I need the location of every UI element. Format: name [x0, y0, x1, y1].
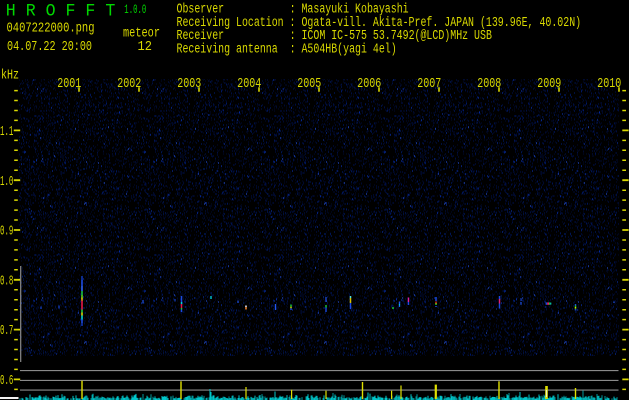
svg-text:0.8: 0.8	[0, 273, 13, 289]
svg-text:2005: 2005	[297, 77, 321, 92]
svg-text:2007: 2007	[417, 77, 441, 92]
svg-text:12: 12	[138, 40, 152, 55]
svg-text:04.07.22 20:00: 04.07.22 20:00	[7, 40, 92, 55]
svg-text:kHz: kHz	[1, 68, 19, 84]
svg-text:1.0.0: 1.0.0	[124, 2, 146, 17]
svg-text:2003: 2003	[177, 77, 201, 92]
svg-text:Receiving antenna : A504HB(ya: Receiving antenna : A504HB(yagi 4el)	[177, 43, 397, 58]
svg-text:2001: 2001	[57, 77, 81, 92]
svg-text:1.0: 1.0	[0, 174, 13, 190]
svg-text:1.1: 1.1	[0, 124, 13, 140]
svg-text:2008: 2008	[477, 77, 501, 92]
svg-text:0.9: 0.9	[0, 224, 13, 240]
svg-text:0.6: 0.6	[0, 373, 13, 389]
svg-text:2002: 2002	[117, 77, 141, 92]
svg-text:2006: 2006	[357, 77, 381, 92]
svg-text:H R O F F T: H R O F F T	[6, 3, 116, 22]
svg-text:0407222000.png: 0407222000.png	[7, 21, 95, 36]
svg-text:0.7: 0.7	[0, 323, 13, 339]
svg-text:2009: 2009	[537, 77, 561, 92]
svg-text:2004: 2004	[237, 77, 261, 92]
svg-text:2010: 2010	[597, 77, 621, 92]
